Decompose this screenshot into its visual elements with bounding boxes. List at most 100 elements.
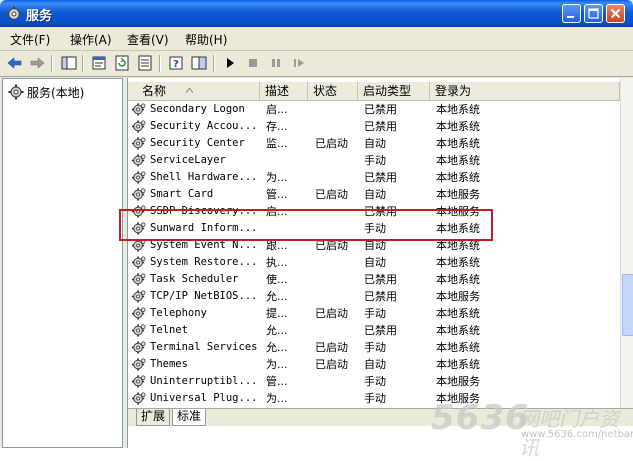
- menu-help[interactable]: 帮助(H): [185, 31, 227, 48]
- service-status: 已启动: [315, 341, 348, 354]
- scrollbar-thumb[interactable]: [622, 274, 633, 336]
- service-startup-type: 自动: [364, 256, 386, 269]
- service-log-on-as: 本地服务: [436, 188, 480, 201]
- column-header-description[interactable]: 描述: [260, 82, 308, 100]
- highlight-box: [119, 209, 493, 241]
- service-log-on-as: 本地服务: [436, 290, 480, 303]
- service-name: Task Scheduler: [150, 273, 239, 285]
- service-name: Uninterruptibl...: [150, 375, 258, 387]
- service-row[interactable]: Themes 为... 已启动 自动 本地系统: [128, 356, 620, 373]
- service-name: Terminal Services: [150, 341, 258, 353]
- service-description: 启...: [266, 103, 288, 116]
- service-description: 允...: [266, 290, 288, 303]
- column-header-log-on-as[interactable]: 登录为: [430, 82, 620, 100]
- service-gear-icon: [131, 392, 146, 405]
- service-log-on-as: 本地系统: [436, 154, 480, 167]
- service-status: [315, 373, 365, 390]
- column-header-description-label: 描述: [265, 84, 290, 98]
- service-row[interactable]: ServiceLayer 手动 本地系统: [128, 152, 620, 169]
- service-startup-type: 已禁用: [364, 171, 397, 184]
- service-startup-type: 已禁用: [364, 290, 397, 303]
- tree-node-services-local[interactable]: 服务(本地): [27, 84, 84, 101]
- service-gear-icon: [131, 273, 146, 286]
- service-startup-type: 手动: [364, 341, 386, 354]
- back-arrow-icon[interactable]: [6, 54, 24, 72]
- service-name: ServiceLayer: [150, 154, 226, 166]
- vertical-scrollbar[interactable]: [620, 78, 633, 408]
- column-header-startup-type[interactable]: 启动类型: [358, 82, 430, 100]
- service-gear-icon: [131, 103, 146, 116]
- toolbar: ?: [0, 50, 633, 77]
- properties-icon[interactable]: [90, 54, 108, 72]
- service-status: 已启动: [315, 137, 348, 150]
- service-status: [315, 254, 365, 271]
- service-log-on-as: 本地系统: [436, 358, 480, 371]
- menu-view[interactable]: 查看(V): [127, 31, 169, 48]
- start-service-icon[interactable]: [221, 54, 239, 72]
- show-hide-tree-icon[interactable]: [60, 54, 78, 72]
- service-startup-type: 已禁用: [364, 120, 397, 133]
- column-header-log-on-as-label: 登录为: [435, 84, 472, 98]
- maximize-button[interactable]: [584, 4, 603, 23]
- service-name: Smart Card: [150, 188, 214, 200]
- service-row[interactable]: Telnet 允... 已禁用 本地系统: [128, 322, 620, 339]
- service-row[interactable]: Security Center 监... 已启动 自动 本地系统: [128, 135, 620, 152]
- service-gear-icon: [131, 341, 146, 354]
- title-bar[interactable]: 服务: [0, 0, 633, 27]
- service-log-on-as: 本地系统: [436, 137, 480, 150]
- service-startup-type: 自动: [364, 358, 386, 371]
- help-icon[interactable]: ?: [167, 54, 185, 72]
- export-list-icon[interactable]: [136, 54, 154, 72]
- service-row[interactable]: System Restore... 执... 自动 本地系统: [128, 254, 620, 271]
- column-header-name[interactable]: 名称: [128, 82, 260, 100]
- service-name: Telephony: [150, 307, 207, 319]
- service-startup-type: 自动: [364, 188, 386, 201]
- close-button[interactable]: [606, 4, 625, 23]
- list-header: 名称 描述 状态 启动类型 登录为: [128, 82, 620, 101]
- refresh-icon[interactable]: [113, 54, 131, 72]
- service-description: 监...: [266, 137, 288, 150]
- service-description: 执...: [266, 256, 288, 269]
- menu-action[interactable]: 操作(A): [70, 31, 112, 48]
- service-description: 允...: [266, 324, 288, 337]
- column-header-status[interactable]: 状态: [308, 82, 358, 100]
- service-row[interactable]: Shell Hardware... 为... 已禁用 本地系统: [128, 169, 620, 186]
- service-startup-type: 自动: [364, 137, 386, 150]
- services-window: 服务 文件(F) 操作(A) 查看(V) 帮助(H) ? 服务(本地) 名称 描…: [0, 0, 633, 460]
- column-header-name-label: 名称: [142, 84, 167, 98]
- watermark-brand: 5636: [431, 398, 530, 438]
- menu-file[interactable]: 文件(F): [10, 31, 50, 48]
- service-row[interactable]: Uninterruptibl... 管... 手动 本地服务: [128, 373, 620, 390]
- console-tree-icon[interactable]: [190, 54, 208, 72]
- service-row[interactable]: Task Scheduler 使... 已禁用 本地系统: [128, 271, 620, 288]
- stop-service-icon[interactable]: [244, 54, 262, 72]
- service-name: Universal Plug...: [150, 392, 258, 404]
- service-startup-type: 手动: [364, 154, 386, 167]
- service-name: Security Center: [150, 137, 245, 149]
- sort-ascending-icon: [186, 88, 193, 93]
- restart-service-icon[interactable]: [290, 54, 308, 72]
- service-row[interactable]: Telephony 提... 已启动 手动 本地系统: [128, 305, 620, 322]
- services-list-pane: 名称 描述 状态 启动类型 登录为 Secondary Logon 启... 已禁用…: [127, 78, 633, 448]
- service-row[interactable]: Security Accou... 存... 已禁用 本地系统: [128, 118, 620, 135]
- service-row[interactable]: Terminal Services 允... 已启动 手动 本地系统: [128, 339, 620, 356]
- pause-service-icon[interactable]: [267, 54, 285, 72]
- service-status: 已启动: [315, 358, 348, 371]
- service-gear-icon: [131, 256, 146, 269]
- service-startup-type: 已禁用: [364, 273, 397, 286]
- service-description: 为...: [266, 392, 288, 405]
- service-row[interactable]: TCP/IP NetBIOS... 允... 已禁用 本地服务: [128, 288, 620, 305]
- service-name: Themes: [150, 358, 188, 370]
- forward-arrow-icon[interactable]: [28, 54, 46, 72]
- service-row[interactable]: Smart Card 管... 已启动 自动 本地服务: [128, 186, 620, 203]
- service-log-on-as: 本地系统: [436, 273, 480, 286]
- service-log-on-as: 本地系统: [436, 307, 480, 320]
- service-description: 提...: [266, 307, 288, 320]
- watermark-url: www.5636.com/netbar/: [521, 429, 633, 440]
- tab-standard[interactable]: 标准: [172, 409, 207, 426]
- service-description: 存...: [266, 120, 288, 133]
- service-status: [315, 152, 365, 169]
- tab-extended[interactable]: 扩展: [136, 409, 171, 426]
- minimize-button[interactable]: [562, 4, 581, 23]
- service-row[interactable]: Secondary Logon 启... 已禁用 本地系统: [128, 101, 620, 118]
